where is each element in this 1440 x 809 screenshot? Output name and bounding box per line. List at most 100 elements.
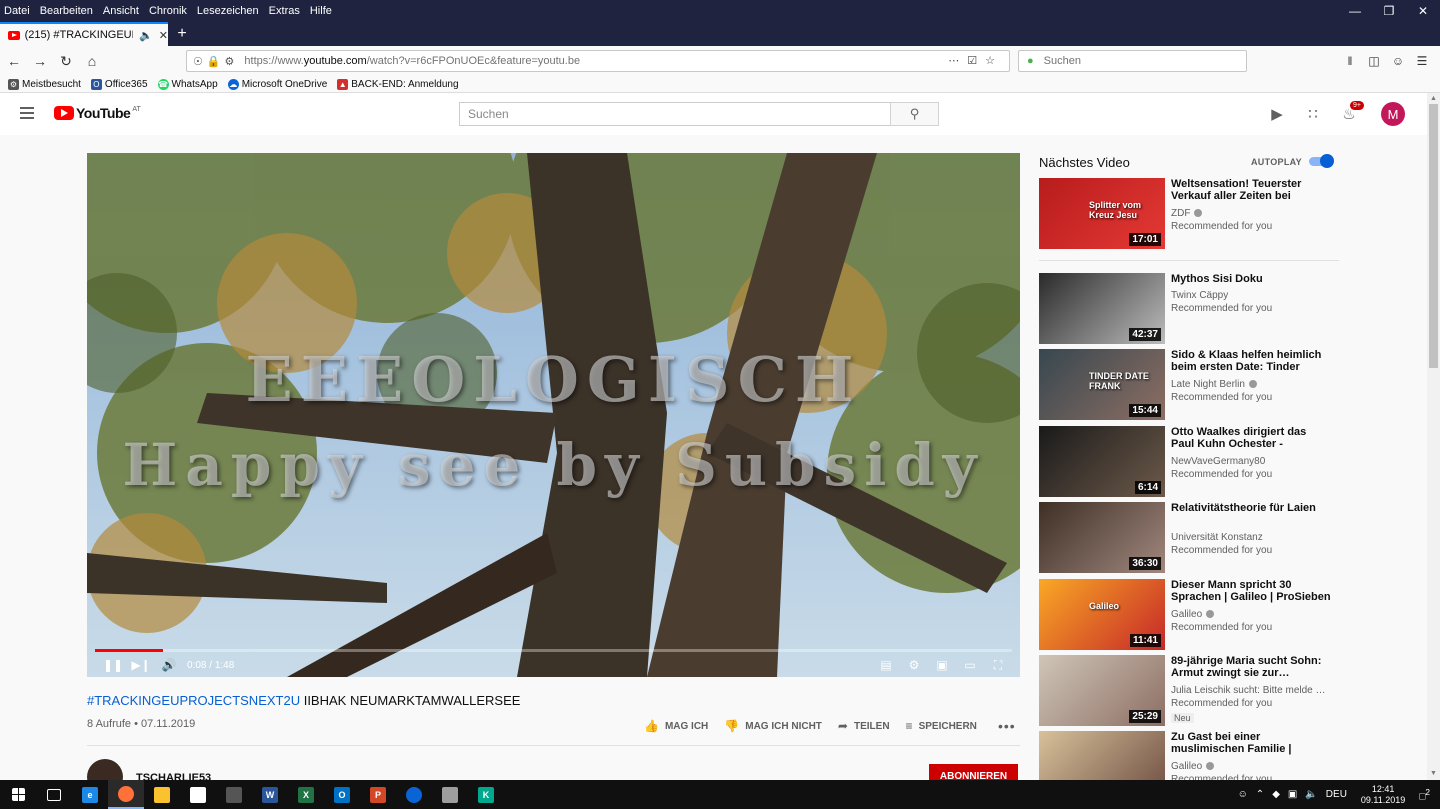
system-clock[interactable]: 12:41 09.11.2019 — [1361, 784, 1405, 806]
close-icon[interactable]: ✕ — [1406, 0, 1440, 22]
menu-file[interactable]: Datei — [0, 5, 35, 17]
recommendation-title[interactable]: Mythos Sisi Doku — [1171, 273, 1331, 285]
pause-icon[interactable]: ❚❚ — [99, 658, 127, 672]
save-button[interactable]: ≡ SPEICHERN — [906, 719, 977, 733]
new-tab-button[interactable]: + — [172, 22, 192, 46]
share-button[interactable]: ➦ TEILEN — [838, 719, 890, 733]
app-dark-icon[interactable] — [216, 780, 252, 809]
recommendation-channel[interactable]: NewVaveGermany80 — [1171, 456, 1331, 467]
recommendation-channel[interactable]: ZDF — [1171, 208, 1331, 219]
guide-menu-icon[interactable] — [20, 107, 34, 119]
page-scrollbar-thumb[interactable] — [1429, 104, 1438, 368]
people-icon[interactable]: ☺ — [1238, 789, 1248, 800]
bookmark-backend[interactable]: ▲ BACK-END: Anmeldung — [337, 78, 459, 90]
menu-hamburger-icon[interactable]: ☰ — [1410, 50, 1434, 72]
scroll-up-icon[interactable]: ▲ — [1430, 95, 1437, 102]
settings-gear-icon[interactable]: ⚙ — [900, 658, 928, 672]
bookmark-most-visited[interactable]: ⚙ Meistbesucht — [8, 78, 81, 90]
recommendation-title[interactable]: Zu Gast bei einer muslimischen Familie |… — [1171, 731, 1331, 755]
onedrive-icon[interactable] — [396, 780, 432, 809]
account-icon[interactable]: ☺ — [1386, 50, 1410, 72]
recommendation-thumbnail[interactable]: 42:37 — [1039, 273, 1165, 344]
recommendation-title[interactable]: Otto Waalkes dirigiert das Paul Kuhn Och… — [1171, 426, 1331, 450]
site-info-icons[interactable]: ☉🔒⚙ — [193, 55, 238, 68]
network-icon[interactable]: ▣ — [1288, 789, 1297, 800]
menu-edit[interactable]: Bearbeiten — [35, 5, 98, 17]
menu-view[interactable]: Ansicht — [98, 5, 144, 17]
page-actions-icon[interactable]: ⋯☑☆ — [948, 54, 1003, 67]
youtube-search-input[interactable]: Suchen — [459, 102, 891, 126]
recommendation-title[interactable]: Sido & Klaas helfen heimlich beim ersten… — [1171, 349, 1331, 373]
menu-history[interactable]: Chronik — [144, 5, 192, 17]
recommendation-item[interactable]: Splitter vom Kreuz Jesu 17:01 Weltsensatio… — [1039, 178, 1339, 249]
recommendation-channel[interactable]: Julia Leischik sucht: Bitte melde … — [1171, 685, 1331, 696]
recommendation-channel[interactable]: Galileo — [1171, 761, 1331, 772]
like-button[interactable]: 👍 MAG ICH — [644, 719, 708, 733]
tray-arrow-icon[interactable]: ⌃ — [1256, 789, 1264, 800]
reload-icon[interactable]: ↻ — [54, 49, 78, 73]
kaspersky-icon[interactable]: K — [468, 780, 504, 809]
recommendation-title[interactable]: Relativitätstheorie für Laien — [1171, 502, 1331, 514]
restore-icon[interactable]: ❐ — [1372, 0, 1406, 22]
sidebar-icon[interactable]: ◫ — [1362, 50, 1386, 72]
network-app-icon[interactable] — [432, 780, 468, 809]
tab-close-icon[interactable]: ✕ — [159, 29, 168, 42]
recommendation-item[interactable]: 36:30 Relativitätstheorie für Laien Univer… — [1039, 502, 1339, 573]
back-arrow-icon[interactable]: ← — [2, 49, 26, 73]
bookmark-onedrive[interactable]: ☁ Microsoft OneDrive — [227, 78, 327, 90]
more-actions-icon[interactable]: ••• — [998, 718, 1016, 734]
word-icon[interactable]: W — [252, 780, 288, 809]
recommendation-thumbnail[interactable]: 36:30 — [1039, 502, 1165, 573]
scroll-down-icon[interactable]: ▼ — [1430, 770, 1437, 777]
url-bar[interactable]: ☉🔒⚙ https://www.youtube.com/watch?v=r6cF… — [186, 50, 1010, 72]
volume-icon[interactable]: 🔊 — [155, 658, 183, 672]
miniplayer-icon[interactable]: ▣ — [928, 658, 956, 672]
avatar[interactable]: M — [1381, 102, 1405, 126]
recommendation-item[interactable]: TINDER DATE FRANK 15:44 Sido & Klaas helfe… — [1039, 349, 1339, 420]
recommendation-channel[interactable]: Universität Konstanz — [1171, 532, 1331, 543]
action-center-icon[interactable]: □2 — [1419, 787, 1430, 802]
firefox-icon[interactable] — [108, 780, 144, 809]
recommendation-thumbnail[interactable]: Splitter vom Kreuz Jesu 17:01 — [1039, 178, 1165, 249]
minimize-icon[interactable]: — — [1338, 0, 1372, 22]
recommendation-thumbnail[interactable]: 25:29 — [1039, 655, 1165, 726]
windows-start-icon[interactable] — [0, 780, 36, 809]
excel-icon[interactable]: X — [288, 780, 324, 809]
recommendation-item[interactable]: Galileo 11:41 Dieser Mann spricht 30 Sprac… — [1039, 579, 1339, 650]
create-video-icon[interactable]: ▶ — [1268, 105, 1286, 123]
outlook-icon[interactable]: O — [324, 780, 360, 809]
recommendation-title[interactable]: Weltsensation! Teuerster Verkauf aller Z… — [1171, 178, 1331, 202]
autoplay-toggle-knob[interactable] — [1320, 154, 1334, 168]
video-player[interactable]: EEEOLOGISCH Happy see by Subsidy ❚❚ ▶❙ 🔊… — [87, 153, 1020, 677]
recommendation-thumbnail[interactable]: 6:14 — [1039, 426, 1165, 497]
video-hashtag-link[interactable]: #TRACKINGEUPROJECTSNEXT2U — [87, 693, 300, 708]
forward-arrow-icon[interactable]: → — [28, 49, 52, 73]
library-icon[interactable]: ‖ — [1338, 50, 1362, 72]
recommendation-item[interactable]: 6:14 Otto Waalkes dirigiert das Paul Kuhn… — [1039, 426, 1339, 497]
bookmark-office365[interactable]: O Office365 — [90, 78, 148, 90]
menu-bookmarks[interactable]: Lesezeichen — [192, 5, 264, 17]
menu-tools[interactable]: Extras — [264, 5, 305, 17]
recommendation-title[interactable]: Dieser Mann spricht 30 Sprachen | Galile… — [1171, 579, 1331, 603]
menu-help[interactable]: Hilfe — [305, 5, 337, 17]
recommendation-thumbnail[interactable]: TINDER DATE FRANK 15:44 — [1039, 349, 1165, 420]
speaker-icon[interactable]: 🔈 — [139, 29, 153, 42]
powerpoint-icon[interactable]: P — [360, 780, 396, 809]
volume-tray-icon[interactable]: 🔈 — [1305, 789, 1317, 800]
apps-grid-icon[interactable]: ∷ — [1304, 105, 1322, 123]
recommendation-title[interactable]: 89-jährige Maria sucht Sohn: Armut zwing… — [1171, 655, 1331, 679]
home-icon[interactable]: ⌂ — [80, 49, 104, 73]
dislike-button[interactable]: 👎 MAG ICH NICHT — [724, 719, 822, 733]
next-video-icon[interactable]: ▶❙ — [127, 658, 155, 672]
recommendation-channel[interactable]: Galileo — [1171, 609, 1331, 620]
recommendation-thumbnail[interactable]: Galileo 11:41 — [1039, 579, 1165, 650]
subtitles-icon[interactable]: ▤ — [872, 658, 900, 672]
bookmark-whatsapp[interactable]: ☎ WhatsApp — [157, 78, 218, 90]
edge-icon[interactable]: e — [72, 780, 108, 809]
recommendation-channel[interactable]: Late Night Berlin — [1171, 379, 1331, 390]
input-language[interactable]: DEU — [1326, 789, 1347, 800]
browser-search-input[interactable]: ● Suchen — [1018, 50, 1247, 72]
recommendation-item[interactable]: 25:29 89-jährige Maria sucht Sohn: Armut … — [1039, 655, 1339, 726]
youtube-logo[interactable]: YouTube AT — [54, 105, 141, 121]
fullscreen-icon[interactable]: ⛶ — [984, 658, 1012, 673]
